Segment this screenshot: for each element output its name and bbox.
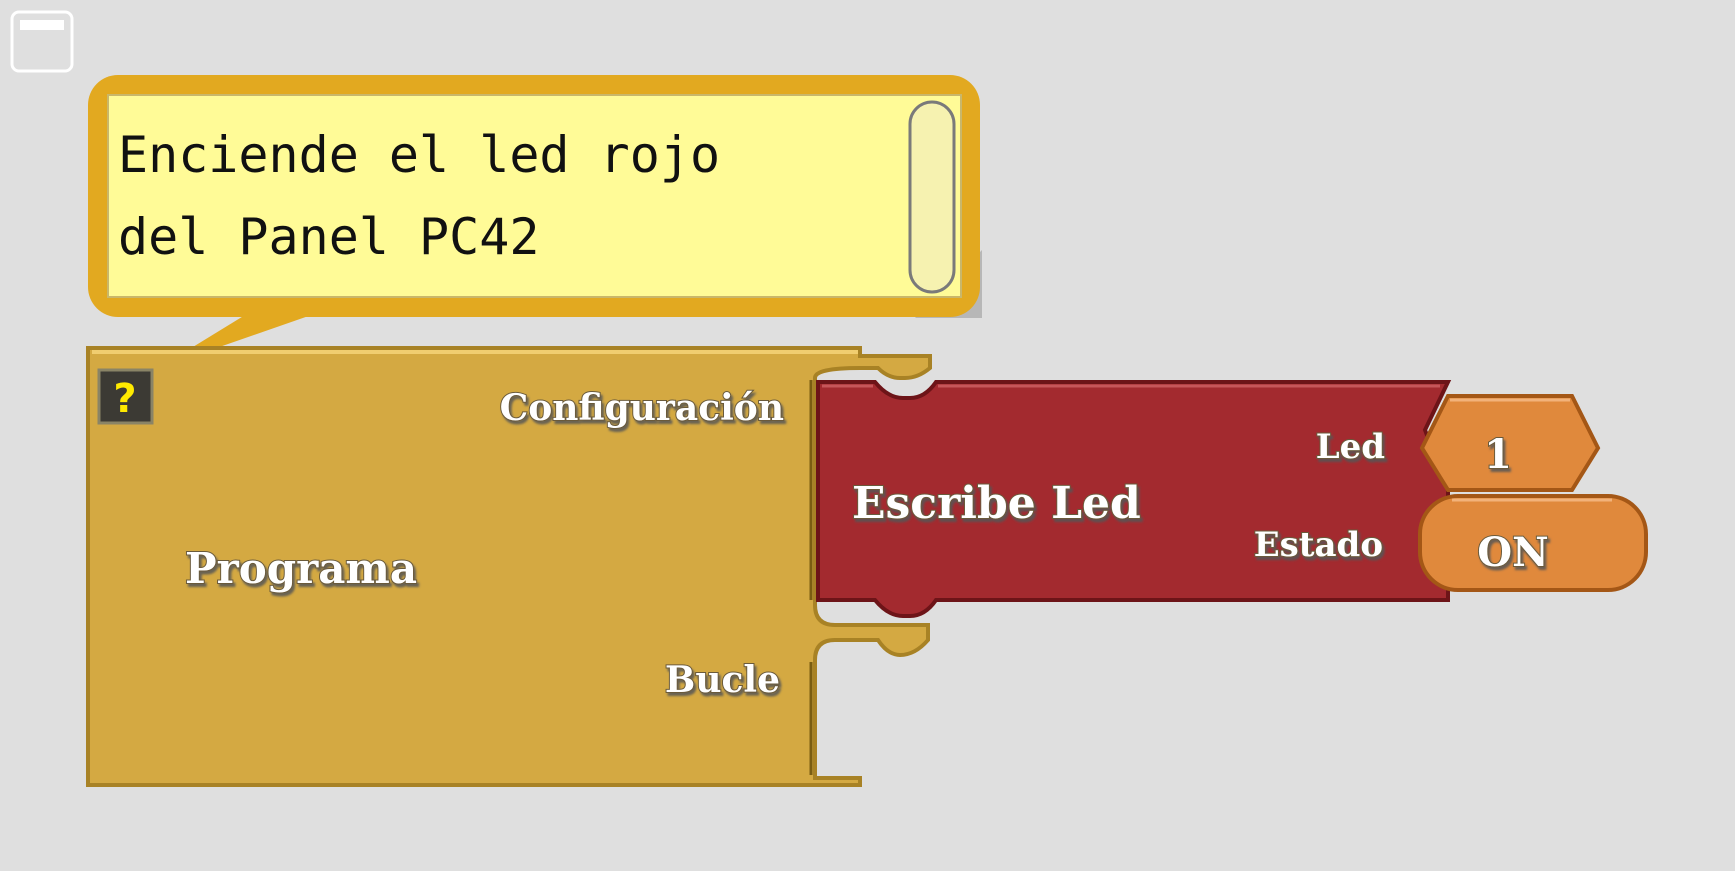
comment-scrollbar[interactable] — [908, 100, 956, 294]
program-loop-label: Bucle — [665, 659, 780, 701]
question-mark-icon[interactable]: ? — [97, 368, 154, 425]
program-config-label: Configuración — [500, 387, 784, 429]
program-block-title: Programa — [185, 544, 417, 593]
window-minimize-icon[interactable] — [10, 10, 74, 73]
help-symbol: ? — [113, 376, 136, 422]
write-led-led-label: Led — [1316, 427, 1385, 467]
state-value-text: ON — [1477, 529, 1548, 576]
write-led-block-title: Escribe Led — [852, 478, 1141, 529]
comment-textarea[interactable]: Enciende el led rojo del Panel PC42 — [116, 110, 900, 298]
write-led-state-label: Estado — [1254, 525, 1383, 565]
led-value-text: 1 — [1484, 431, 1512, 478]
